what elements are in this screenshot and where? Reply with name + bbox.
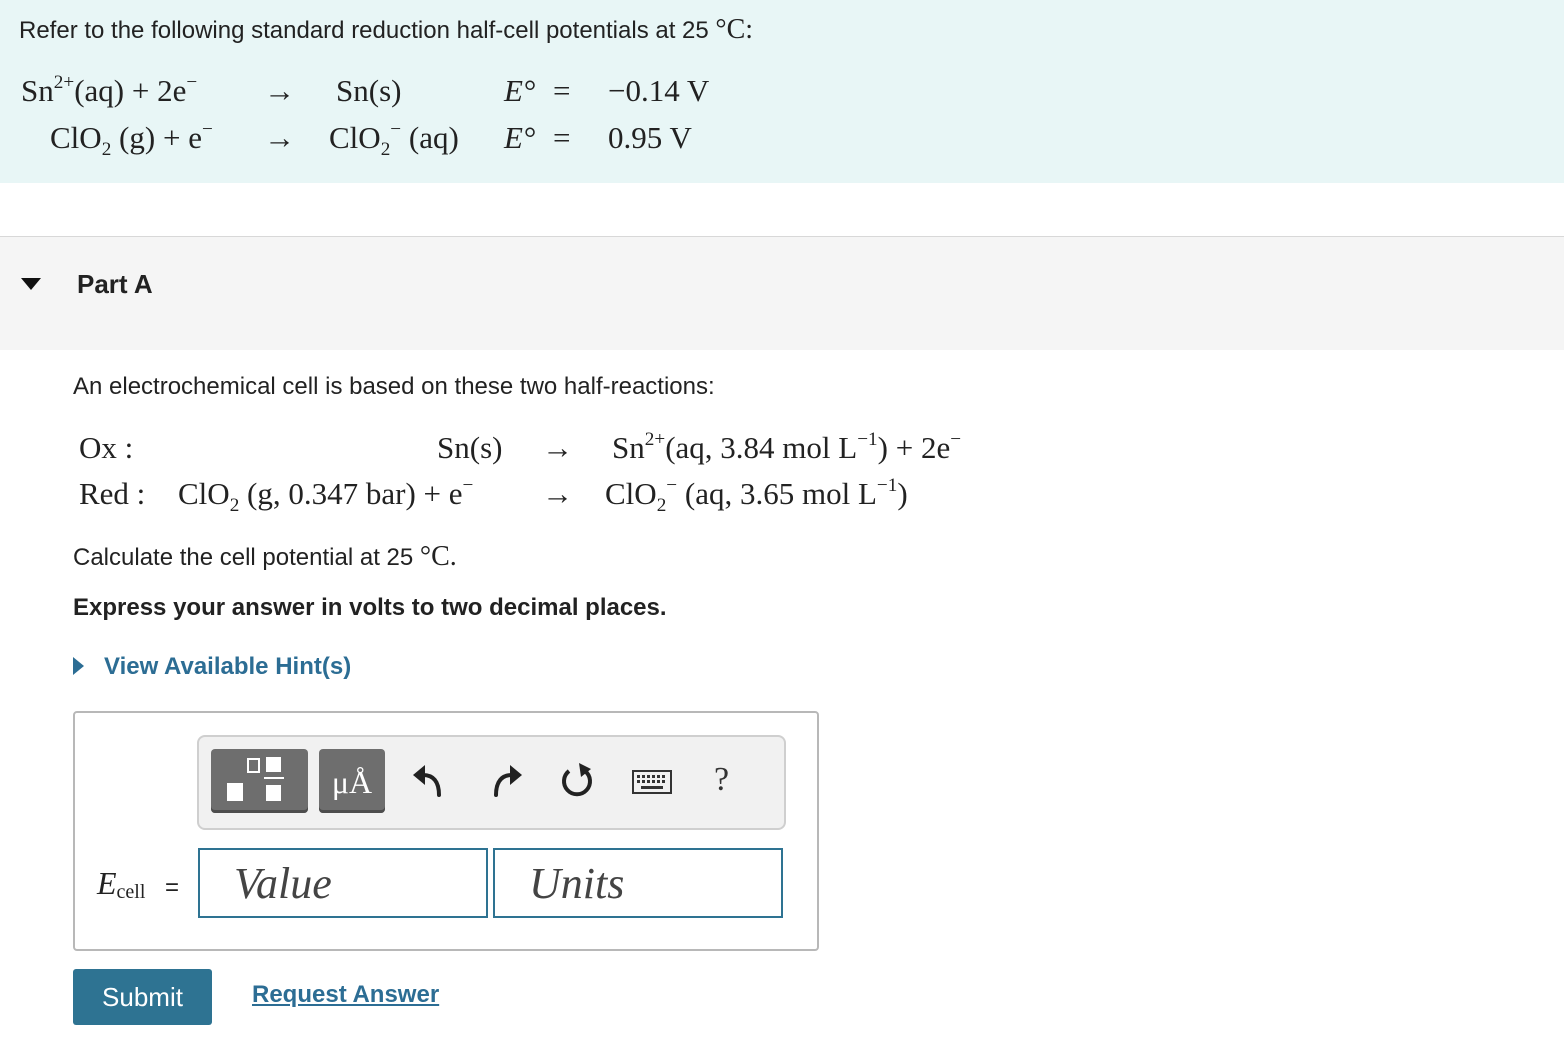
red-reactant: ClO2 (g, 0.347 bar) + e− [178, 474, 474, 517]
submit-button[interactable]: Submit [73, 969, 212, 1025]
view-hints-label: View Available Hint(s) [104, 653, 352, 680]
caret-right-icon [73, 656, 84, 675]
half-reaction-2-arrow: → [264, 120, 295, 155]
redo-icon[interactable] [486, 759, 526, 803]
templates-button[interactable] [211, 749, 308, 813]
half-reaction-1-e-label: E° [504, 73, 536, 108]
ox-arrow: → [542, 430, 573, 465]
part-header[interactable]: Part A [0, 237, 1564, 350]
question-intro: An electrochemical cell is based on thes… [73, 373, 715, 400]
math-toolbar: μÅ ? [197, 735, 786, 830]
undo-icon[interactable] [409, 759, 449, 803]
calculate-instruction: Calculate the cell potential at 25 °C. [73, 541, 457, 572]
reference-intro: Refer to the following standard reductio… [19, 14, 754, 45]
ox-reactant: Sn(s) [437, 430, 503, 465]
answer-format-instruction: Express your answer in volts to two deci… [73, 594, 667, 621]
equals-sign: = [165, 874, 180, 901]
half-reaction-2-e-label: E° [504, 120, 536, 155]
half-reaction-1-product: Sn(s) [336, 73, 402, 108]
reset-icon[interactable] [557, 759, 597, 803]
half-reaction-1-potential: −0.14 V [608, 73, 710, 108]
help-icon[interactable]: ? [714, 761, 729, 799]
part-title: Part A [77, 269, 153, 299]
answer-box: μÅ ? Ecell = Value Units [73, 711, 819, 951]
ox-label: Ox : [79, 430, 134, 465]
half-reaction-1-arrow: → [264, 73, 295, 108]
ox-product: Sn2+(aq, 3.84 mol L−1) + 2e− [612, 428, 962, 465]
half-reaction-2-equals: = [553, 120, 571, 155]
view-hints-link[interactable]: View Available Hint(s) [73, 653, 351, 681]
units-input[interactable]: Units [493, 848, 783, 918]
units-symbols-button[interactable]: μÅ [319, 749, 385, 813]
half-reaction-1-reactant: Sn2+(aq) + 2e− [21, 71, 198, 108]
ecell-label: Ecell [97, 865, 146, 903]
half-reaction-2-reactant: ClO2 (g) + e− [50, 118, 213, 161]
red-arrow: → [542, 476, 573, 511]
half-reaction-1-equals: = [553, 73, 571, 108]
collapse-triangle-icon[interactable] [21, 278, 41, 290]
half-reaction-2-potential: 0.95 V [608, 120, 692, 155]
reference-banner: Refer to the following standard reductio… [0, 0, 1564, 183]
half-reaction-2-product: ClO2− (aq) [329, 118, 459, 161]
value-input[interactable]: Value [198, 848, 488, 918]
keyboard-icon[interactable] [631, 759, 673, 803]
templates-icon [227, 757, 284, 801]
request-answer-link[interactable]: Request Answer [252, 981, 439, 1009]
red-label: Red : [79, 476, 146, 511]
red-product: ClO2− (aq, 3.65 mol L−1) [605, 474, 908, 517]
